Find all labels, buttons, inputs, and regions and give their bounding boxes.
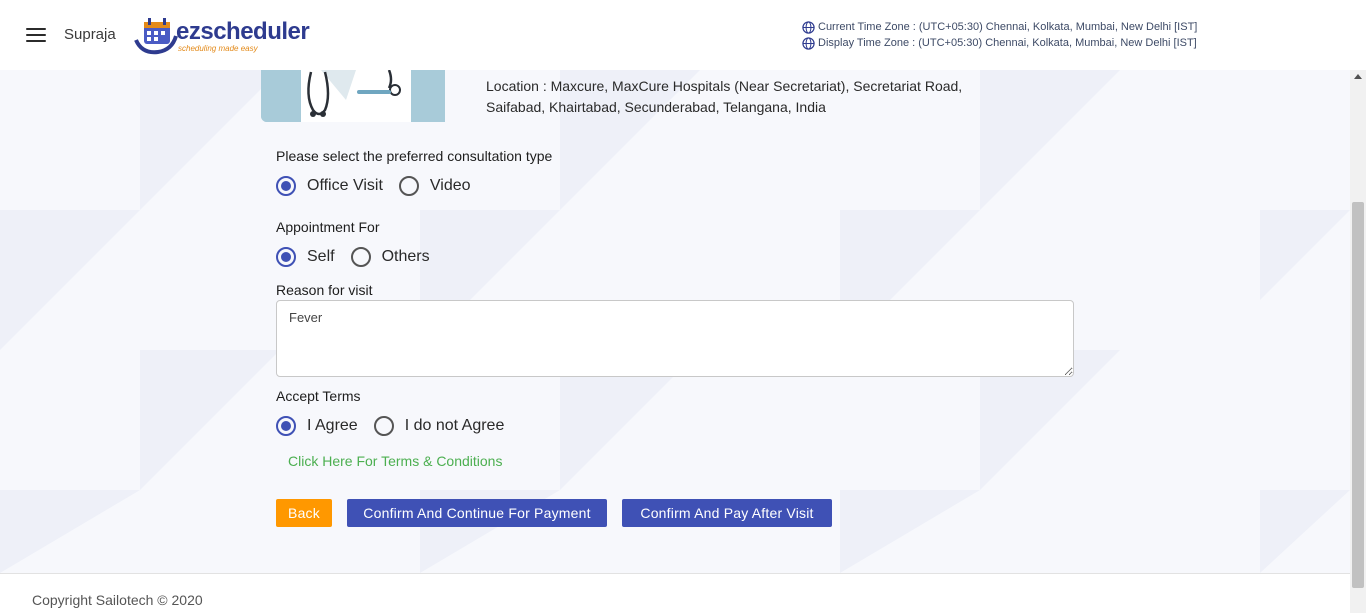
menu-icon[interactable] bbox=[26, 28, 46, 44]
current-time-zone: Current Time Zone : (UTC+05:30) Chennai,… bbox=[818, 21, 1198, 33]
radio-label: Office Visit bbox=[307, 177, 383, 194]
ezscheduler-logo[interactable]: ezscheduler scheduling made easy bbox=[132, 14, 310, 56]
radio-label: I do not Agree bbox=[404, 417, 505, 434]
app-header: Supraja ezscheduler scheduling made easy… bbox=[0, 0, 1366, 70]
radio-button[interactable] bbox=[350, 247, 371, 267]
radio-i-do-not-agree[interactable]: I do not Agree bbox=[373, 416, 505, 436]
confirm-continue-payment-button[interactable]: Confirm And Continue For Payment bbox=[347, 499, 607, 527]
page-footer: Copyright Sailotech © 2020 bbox=[0, 573, 1350, 613]
logo-text: ezscheduler bbox=[176, 18, 310, 45]
globe-icon bbox=[802, 36, 815, 50]
doctor-location: Location : Maxcure, MaxCure Hospitals (N… bbox=[486, 76, 1006, 118]
timezone-info: Current Time Zone : (UTC+05:30) Chennai,… bbox=[802, 19, 1197, 51]
radio-label: Self bbox=[307, 248, 335, 265]
radio-button[interactable] bbox=[373, 416, 394, 436]
radio-label: Video bbox=[429, 177, 471, 194]
confirm-pay-after-visit-button[interactable]: Confirm And Pay After Visit bbox=[622, 499, 832, 527]
location-line-1: Location : Maxcure, MaxCure Hospitals (N… bbox=[486, 78, 963, 94]
doctor-image bbox=[261, 70, 445, 122]
radio-office-visit[interactable]: Office Visit bbox=[276, 176, 383, 196]
reason-textarea[interactable] bbox=[276, 300, 1074, 377]
back-button[interactable]: Back bbox=[276, 499, 332, 527]
accept-terms-group: I Agree I do not Agree bbox=[276, 416, 520, 436]
accept-terms-label: Accept Terms bbox=[276, 388, 361, 404]
scroll-up-arrow-icon[interactable] bbox=[1354, 74, 1362, 79]
radio-video[interactable]: Video bbox=[398, 176, 471, 196]
scroll-thumb[interactable] bbox=[1352, 202, 1364, 588]
logo-tagline: scheduling made easy bbox=[178, 44, 258, 53]
consultation-type-group: Office Visit Video bbox=[276, 176, 487, 196]
location-line-2: Saifabad, Khairtabad, Secunderabad, Tela… bbox=[486, 99, 826, 115]
terms-conditions-link[interactable]: Click Here For Terms & Conditions bbox=[288, 453, 502, 469]
vertical-scrollbar[interactable] bbox=[1350, 70, 1366, 613]
radio-button[interactable] bbox=[276, 247, 296, 267]
appointment-for-label: Appointment For bbox=[276, 219, 380, 235]
radio-button[interactable] bbox=[276, 176, 296, 196]
consultation-type-label: Please select the preferred consultation… bbox=[276, 148, 553, 164]
calendar-logo-icon bbox=[134, 18, 178, 55]
radio-label: I Agree bbox=[307, 417, 358, 434]
appointment-for-group: Self Others bbox=[276, 247, 446, 267]
radio-label: Others bbox=[381, 248, 430, 265]
user-name: Supraja bbox=[64, 26, 116, 43]
radio-button[interactable] bbox=[276, 416, 296, 436]
radio-button[interactable] bbox=[398, 176, 419, 196]
copyright-text: Copyright Sailotech © 2020 bbox=[32, 592, 203, 608]
radio-i-agree[interactable]: I Agree bbox=[276, 416, 358, 436]
radio-others[interactable]: Others bbox=[350, 247, 430, 267]
display-time-zone: Display Time Zone : (UTC+05:30) Chennai,… bbox=[818, 37, 1197, 49]
globe-icon bbox=[802, 20, 815, 34]
booking-form: Location : Maxcure, MaxCure Hospitals (N… bbox=[0, 70, 1350, 573]
reason-label: Reason for visit bbox=[276, 282, 373, 298]
radio-self[interactable]: Self bbox=[276, 247, 335, 267]
